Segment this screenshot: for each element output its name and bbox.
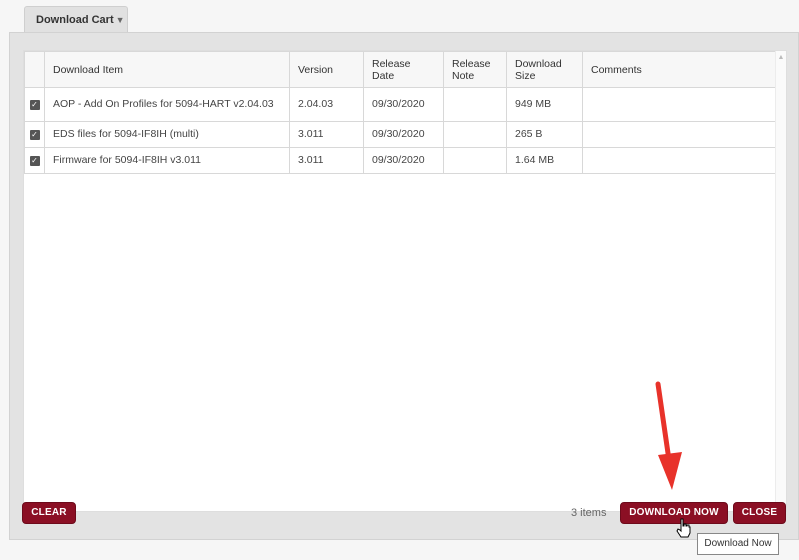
item-comments <box>582 87 778 122</box>
item-comments <box>582 147 778 174</box>
triangle-up-icon[interactable]: ▲ <box>776 54 786 61</box>
item-name: Firmware for 5094-IF8IH v3.011 <box>44 147 290 174</box>
table-row: ✓ AOP - Add On Profiles for 5094-HART v2… <box>24 87 778 122</box>
item-version: 3.011 <box>289 147 364 174</box>
vertical-scrollbar[interactable]: ▲ ▼ <box>775 51 786 511</box>
item-release-date: 09/30/2020 <box>363 147 444 174</box>
table-row: ✓ EDS files for 5094-IF8IH (multi) 3.011… <box>24 121 778 148</box>
item-comments <box>582 121 778 148</box>
chevron-down-icon: ▼ <box>115 15 125 25</box>
item-name: AOP - Add On Profiles for 5094-HART v2.0… <box>44 87 290 122</box>
clear-button[interactable]: CLEAR <box>22 502 76 524</box>
item-release-note <box>443 147 507 174</box>
header-release-date: Release Date <box>363 51 444 88</box>
item-release-note <box>443 87 507 122</box>
download-now-button[interactable]: DOWNLOAD NOW <box>620 502 728 524</box>
items-count: 3 items <box>571 507 607 519</box>
item-release-date: 09/30/2020 <box>363 87 444 122</box>
close-button[interactable]: CLOSE <box>733 502 786 524</box>
header-release-note: Release Note <box>443 51 507 88</box>
item-name: EDS files for 5094-IF8IH (multi) <box>44 121 290 148</box>
item-release-note <box>443 121 507 148</box>
tab-label: Download Cart <box>36 14 114 26</box>
cart-table: Download Item Version Release Date Relea… <box>24 51 778 174</box>
download-cart-panel: Download Item Version Release Date Relea… <box>9 32 799 540</box>
tooltip: Download Now <box>697 533 779 555</box>
item-version: 2.04.03 <box>289 87 364 122</box>
item-release-date: 09/30/2020 <box>363 121 444 148</box>
row-checkbox[interactable]: ✓ <box>29 100 40 110</box>
item-size: 265 B <box>506 121 583 148</box>
header-version: Version <box>289 51 364 88</box>
table-row: ✓ Firmware for 5094-IF8IH v3.011 3.011 0… <box>24 147 778 174</box>
tab-download-cart[interactable]: Download Cart ▼ <box>24 6 128 33</box>
item-size: 1.64 MB <box>506 147 583 174</box>
row-checkbox[interactable]: ✓ <box>29 130 40 140</box>
row-checkbox[interactable]: ✓ <box>29 156 40 166</box>
item-version: 3.011 <box>289 121 364 148</box>
table-header-row: Download Item Version Release Date Relea… <box>24 51 778 88</box>
header-download-item: Download Item <box>44 51 290 88</box>
hand-pointer-icon <box>676 518 691 538</box>
header-download-size: Download Size <box>506 51 583 88</box>
header-checkbox-cell <box>24 51 45 88</box>
item-size: 949 MB <box>506 87 583 122</box>
cart-content: Download Item Version Release Date Relea… <box>23 50 787 512</box>
header-comments: Comments <box>582 51 778 88</box>
